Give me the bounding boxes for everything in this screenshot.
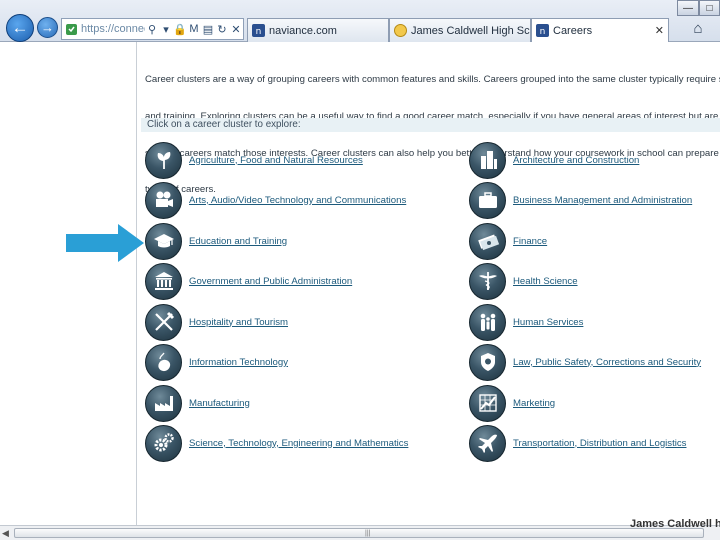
cluster-business[interactable]: Business Management and Administration	[469, 181, 692, 219]
caduceus-icon	[469, 262, 506, 300]
tab-james-caldwell[interactable]: James Caldwell High School ...	[389, 18, 531, 42]
cluster-label[interactable]: Arts, Audio/Video Technology and Communi…	[189, 195, 406, 206]
cluster-label[interactable]: Architecture and Construction	[513, 155, 639, 166]
buildings-icon	[469, 141, 506, 179]
cluster-agriculture[interactable]: Agriculture, Food and Natural Resources	[145, 141, 363, 179]
minimize-button[interactable]: —	[677, 0, 699, 16]
address-bar[interactable]: https://connection ⚲ ▾ 🔒 M ▤ ↻ ✕	[61, 18, 244, 40]
cluster-education[interactable]: Education and Training	[145, 222, 287, 260]
computer-mouse-icon	[145, 343, 182, 381]
fork-knife-icon	[145, 303, 182, 341]
people-icon	[469, 303, 506, 341]
cluster-label[interactable]: Law, Public Safety, Corrections and Secu…	[513, 357, 701, 368]
cluster-label[interactable]: Science, Technology, Engineering and Mat…	[189, 438, 408, 449]
home-icon[interactable]: ⌂	[688, 20, 708, 38]
close-icon[interactable]: ✕	[655, 24, 664, 37]
cluster-prompt: Click on a career cluster to explore:	[141, 118, 720, 132]
cluster-label[interactable]: Finance	[513, 236, 547, 247]
naviance-favicon-icon: n	[252, 24, 265, 37]
cluster-label[interactable]: Hospitality and Tourism	[189, 317, 288, 328]
cluster-label[interactable]: Education and Training	[189, 236, 287, 247]
cluster-law-public-safety[interactable]: Law, Public Safety, Corrections and Secu…	[469, 343, 701, 381]
gears-icon	[145, 424, 182, 462]
site-icon	[66, 23, 77, 35]
cluster-health-science[interactable]: Health Science	[469, 262, 578, 300]
grip-icon: |||	[365, 530, 371, 537]
cluster-arts[interactable]: Arts, Audio/Video Technology and Communi…	[145, 181, 406, 219]
cluster-label[interactable]: Business Management and Administration	[513, 195, 692, 206]
intro-line: Career clusters are a way of grouping ca…	[145, 74, 720, 86]
badge-icon	[469, 343, 506, 381]
horizontal-scrollbar[interactable]: ◀ |||	[0, 525, 720, 540]
svg-text:n: n	[540, 27, 546, 37]
briefcase-icon	[469, 181, 506, 219]
cluster-stem[interactable]: Science, Technology, Engineering and Mat…	[145, 424, 408, 462]
footer-school-name: James Caldwell h	[630, 518, 720, 530]
address-url: https://connection	[81, 23, 145, 35]
cluster-human-services[interactable]: Human Services	[469, 303, 583, 341]
careers-favicon-icon: n	[536, 24, 549, 37]
svg-text:n: n	[256, 27, 262, 37]
refresh-icon[interactable]: ↻	[215, 23, 229, 36]
cluster-information-technology[interactable]: Information Technology	[145, 343, 288, 381]
cluster-government[interactable]: Government and Public Administration	[145, 262, 352, 300]
back-arrow-icon: ←	[11, 18, 29, 37]
dropdown-icon[interactable]: ▾	[159, 23, 173, 36]
cluster-transportation[interactable]: Transportation, Distribution and Logisti…	[469, 424, 686, 462]
tab-label: Careers	[553, 24, 593, 37]
stop-icon[interactable]: ✕	[229, 23, 243, 36]
address-letter: M	[189, 23, 199, 35]
cluster-label[interactable]: Marketing	[513, 398, 555, 409]
cluster-marketing[interactable]: Marketing	[469, 384, 555, 422]
minimize-icon: —	[683, 2, 693, 14]
tab-naviance[interactable]: n naviance.com	[247, 18, 389, 42]
back-button[interactable]: ←	[6, 14, 34, 42]
money-icon	[469, 222, 506, 260]
school-favicon-icon	[394, 24, 407, 37]
search-icon[interactable]: ⚲	[145, 23, 159, 36]
cluster-label[interactable]: Manufacturing	[189, 398, 250, 409]
browser-chrome: ← → https://connection ⚲ ▾ 🔒 M ▤ ↻ ✕ n n…	[0, 0, 720, 42]
forward-arrow-icon: →	[41, 20, 54, 35]
maximize-button[interactable]: □	[699, 0, 720, 16]
cluster-hospitality[interactable]: Hospitality and Tourism	[145, 303, 288, 341]
capitol-building-icon	[145, 262, 182, 300]
cluster-manufacturing[interactable]: Manufacturing	[145, 384, 250, 422]
cluster-label[interactable]: Information Technology	[189, 357, 288, 368]
leaf-icon	[145, 141, 182, 179]
cluster-label[interactable]: Transportation, Distribution and Logisti…	[513, 438, 686, 449]
factory-icon	[145, 384, 182, 422]
tab-careers[interactable]: n Careers ✕	[531, 18, 669, 42]
scroll-left-icon[interactable]: ◀	[2, 528, 9, 539]
tab-label: James Caldwell High School ...	[411, 24, 530, 37]
cluster-finance[interactable]: Finance	[469, 222, 547, 260]
scrollbar-thumb[interactable]: |||	[14, 528, 704, 538]
page-content: Career clusters are a way of grouping ca…	[136, 42, 720, 525]
airplane-icon	[469, 424, 506, 462]
film-camera-icon	[145, 181, 182, 219]
cluster-label[interactable]: Government and Public Administration	[189, 276, 352, 287]
tab-label: naviance.com	[269, 24, 337, 37]
graduation-cap-icon	[145, 222, 182, 260]
chart-icon	[469, 384, 506, 422]
cluster-architecture[interactable]: Architecture and Construction	[469, 141, 639, 179]
compat-view-icon[interactable]: ▤	[201, 23, 215, 36]
forward-button[interactable]: →	[37, 17, 58, 38]
cluster-label[interactable]: Health Science	[513, 276, 578, 287]
cluster-label[interactable]: Human Services	[513, 317, 583, 328]
lock-icon[interactable]: 🔒	[173, 23, 187, 36]
cluster-label[interactable]: Agriculture, Food and Natural Resources	[189, 155, 363, 166]
maximize-icon: □	[706, 2, 713, 14]
highlight-arrow	[66, 224, 144, 262]
